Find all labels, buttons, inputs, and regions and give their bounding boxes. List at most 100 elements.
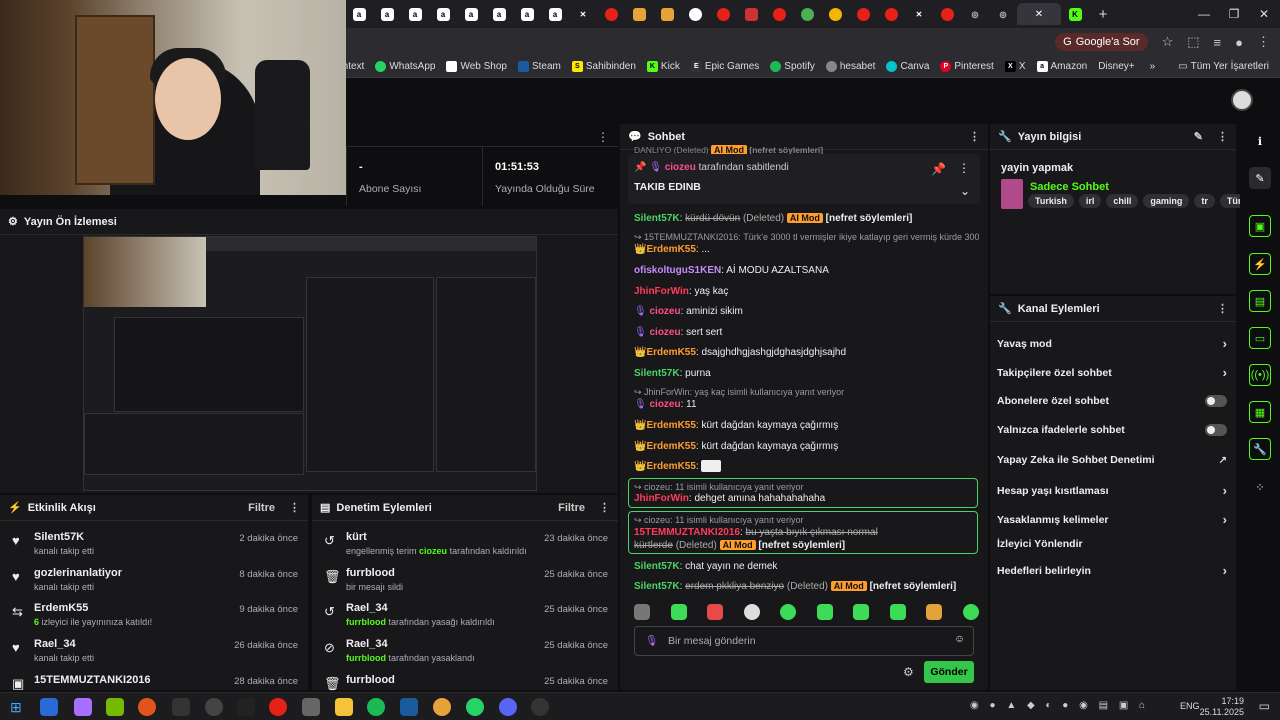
info-icon[interactable]: ℹ [1249,130,1271,152]
browser-tab[interactable] [821,3,849,25]
menu-dots-icon[interactable]: ⋮ [969,130,980,143]
tag-chip[interactable]: irl [1078,194,1102,208]
taskbar-app-icon[interactable] [106,698,124,716]
browser-tab[interactable]: ✕ [569,3,597,25]
browser-tab[interactable]: ◎ [961,3,989,25]
action-account-age[interactable]: Hesap yaşı kısıtlaması › [997,483,1227,498]
browser-tab[interactable]: a [345,3,373,25]
panel-menu-icon[interactable]: ⋮ [597,130,609,144]
chat-icon[interactable]: ▭ [1249,327,1271,349]
taskbar-app-icon[interactable] [138,698,156,716]
browser-tab[interactable] [653,3,681,25]
bookmark[interactable]: Disney+ [1098,61,1134,72]
taskbar-app-icon[interactable] [531,698,549,716]
minimize-icon[interactable]: — [1188,0,1220,28]
emote[interactable] [962,604,979,620]
taskbar-app-icon[interactable] [205,698,223,716]
emote[interactable] [889,604,906,620]
menu-icon[interactable]: ⋮ [1257,34,1270,50]
taskbar-app-icon[interactable] [269,698,287,716]
browser-tab[interactable] [597,3,625,25]
wrench-icon[interactable]: 🔧 [1249,438,1271,460]
extensions-icon[interactable]: ⬚ [1187,34,1199,50]
emote[interactable] [853,604,870,620]
taskbar-app-icon[interactable] [302,698,320,716]
tag-chip[interactable]: chill [1106,194,1139,208]
more-bookmarks-icon[interactable]: » [1150,61,1156,72]
preview-video[interactable] [83,236,537,491]
action-goals[interactable]: Hedefleri belirleyin › [997,563,1227,578]
google-ask-button[interactable]: G Google'a Sor [1055,33,1148,51]
browser-tab[interactable]: a [541,3,569,25]
document-icon[interactable]: ▤ [1249,290,1271,312]
browser-tab[interactable]: a [485,3,513,25]
taskbar-app-icon[interactable] [74,698,92,716]
layout-icon[interactable]: ▦ [1249,401,1271,423]
bookmark[interactable]: K Kick [646,61,680,72]
edit-icon[interactable]: ✎ [1194,130,1203,143]
menu-dots-icon[interactable]: ⋮ [958,161,970,175]
bookmark[interactable]: hesabet [825,61,875,72]
broadcast-icon[interactable]: ((•)) [1249,364,1271,386]
emote[interactable] [743,604,760,620]
browser-tab[interactable]: a [457,3,485,25]
category-link[interactable]: Sadece Sohbet [1030,181,1109,193]
taskbar-app-icon[interactable] [40,698,58,716]
emote[interactable] [707,604,724,620]
action-raid[interactable]: İzleyici Yönlendir [997,538,1227,550]
browser-tab[interactable] [877,3,905,25]
browser-tab[interactable] [681,3,709,25]
bookmark[interactable]: Web Shop [446,61,507,72]
category-thumbnail[interactable] [1001,179,1023,209]
chevron-down-icon[interactable]: ⌄ [960,184,970,198]
browser-tab[interactable]: ✕ [905,3,933,25]
browser-tab[interactable] [625,3,653,25]
bookmark[interactable]: a Amazon [1036,61,1087,72]
emote[interactable] [816,604,833,620]
menu-dots-icon[interactable]: ⋮ [1217,302,1228,315]
send-button[interactable]: Gönder [924,661,974,683]
dots-icon[interactable]: ⁘ [1249,476,1271,498]
maximize-icon[interactable]: ❐ [1218,0,1250,28]
new-tab-button[interactable]: + [1089,3,1117,25]
subscribers-only-toggle[interactable] [1205,395,1227,407]
all-bookmarks[interactable]: ▭ Tüm Yer İşaretleri [1178,61,1269,72]
media-icon[interactable]: ≡ [1214,35,1222,50]
bookmark[interactable]: Canva [886,61,929,72]
pinned-message[interactable]: 📌 🎙 ciozeu tarafından sabitlendi TAKIB E… [628,154,980,204]
chat-message-input[interactable]: 🎙 Bir mesaj gönderin ☺ [634,626,974,656]
system-tray-icons[interactable]: ◉ ● ▲ ◆ ◐ ● ◉ ▤ ▣ ⌂ [970,700,1149,711]
bookmark[interactable]: P Pinterest [940,61,994,72]
action-followers-only[interactable]: Takipçilere özel sohbet › [997,365,1227,380]
edit-icon[interactable]: ✎ [1249,167,1271,189]
spotify-icon[interactable] [367,698,385,716]
menu-dots-icon[interactable]: ⋮ [289,501,300,514]
emote[interactable] [780,604,797,620]
profile-icon[interactable]: ● [1235,35,1243,50]
browser-tab[interactable]: K [1061,3,1089,25]
browser-tab[interactable]: a [513,3,541,25]
action-ai-moderation[interactable]: Yapay Zeka ile Sohbet Denetimi ↗ [997,454,1227,466]
emoji-icon[interactable]: ☺ [954,633,965,645]
language-indicator[interactable]: ENG [1180,701,1200,711]
bookmark[interactable]: S Sahibinden [571,61,636,72]
bookmark[interactable]: WhatsApp [375,61,435,72]
bookmark[interactable]: XX [1004,61,1026,72]
pin-icon[interactable]: 📌 [931,162,946,176]
steam-icon[interactable] [400,698,418,716]
bookmark[interactable]: Steam [517,61,561,72]
filter-button[interactable]: Filtre [558,502,585,514]
browser-tab[interactable] [765,3,793,25]
browser-tab[interactable]: a [373,3,401,25]
notification-icon[interactable]: ▭ [1259,699,1270,713]
browser-tab[interactable]: a [401,3,429,25]
browser-tab[interactable]: a [429,3,457,25]
emotes-only-toggle[interactable] [1205,424,1227,436]
whatsapp-icon[interactable] [466,698,484,716]
filter-button[interactable]: Filtre [248,502,275,514]
action-banned-words[interactable]: Yasaklanmış kelimeler › [997,512,1227,527]
browser-tab[interactable] [737,3,765,25]
emote[interactable] [670,604,687,620]
taskbar-app-icon[interactable] [172,698,190,716]
discord-icon[interactable] [499,698,517,716]
